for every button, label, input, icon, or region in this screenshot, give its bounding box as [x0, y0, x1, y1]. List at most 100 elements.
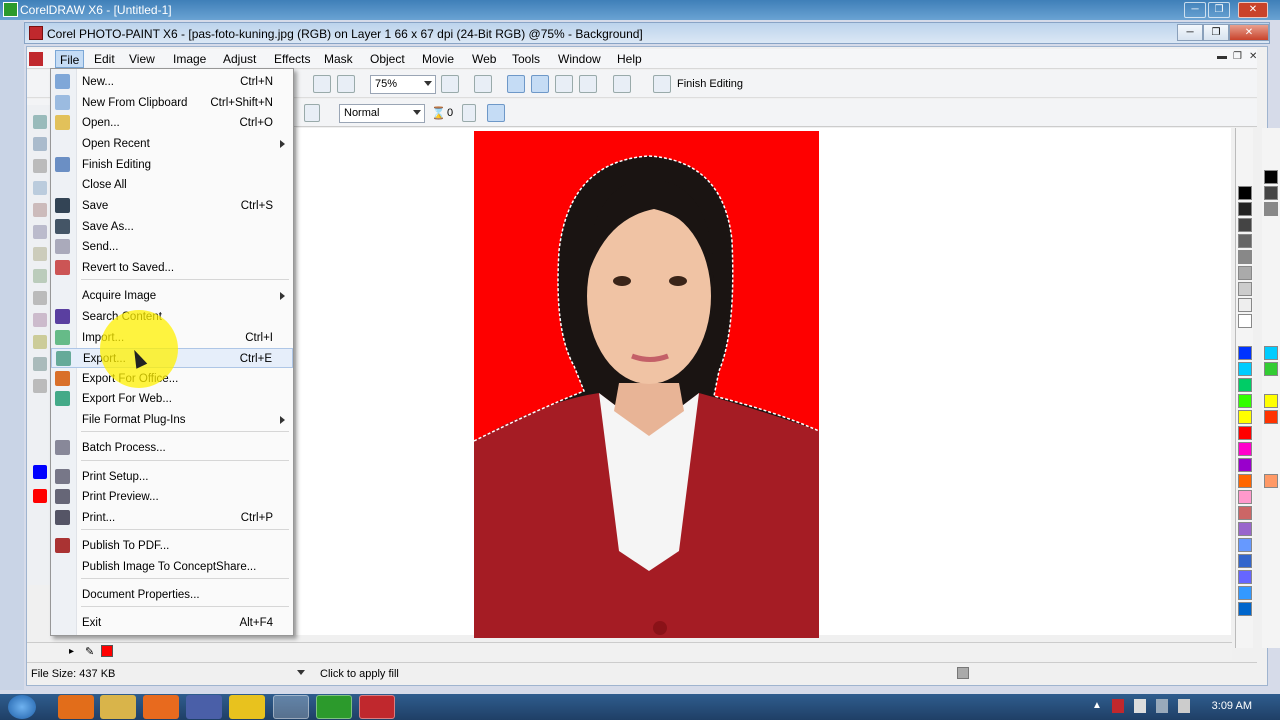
swatch-cyan[interactable] — [1238, 362, 1252, 376]
lock-transparency-icon[interactable] — [555, 75, 573, 93]
swatch-medium-blue[interactable] — [1238, 554, 1252, 568]
pick-tool-icon[interactable] — [33, 115, 47, 129]
swatch-peach-2[interactable] — [1264, 474, 1278, 488]
swatch-yellow[interactable] — [1238, 410, 1252, 424]
zoom-tool-icon[interactable] — [33, 181, 47, 195]
swatch-gray-2[interactable] — [1264, 186, 1278, 200]
tray-flag-icon[interactable] — [1134, 699, 1146, 713]
menu-item-print-preview[interactable]: Print Preview... — [51, 487, 293, 507]
swatch-gray-60[interactable] — [1238, 234, 1252, 248]
document-icon[interactable] — [29, 52, 43, 66]
menu-item-save[interactable]: Save Ctrl+S — [51, 196, 293, 216]
menu-effects[interactable]: Effects — [274, 52, 310, 66]
doc-restore-button[interactable]: ❐ — [1233, 51, 1242, 62]
swatch-magenta[interactable] — [1238, 442, 1252, 456]
outer-close-button[interactable]: ✕ — [1238, 2, 1268, 18]
menu-web[interactable]: Web — [472, 52, 496, 66]
swatch-gray-20[interactable] — [1238, 282, 1252, 296]
taskbar-chrome-icon[interactable] — [229, 695, 265, 719]
swatch-lavender[interactable] — [1238, 522, 1252, 536]
taskbar-photopaint-icon[interactable] — [359, 695, 395, 719]
eyedropper-icon[interactable]: ✎ — [85, 645, 94, 658]
text-tool-icon[interactable] — [33, 291, 47, 305]
menu-item-close-all[interactable]: Close All — [51, 175, 293, 195]
swatch-gray-50[interactable] — [1238, 250, 1252, 264]
close-button[interactable]: ✕ — [1229, 24, 1269, 41]
swatch-navy[interactable] — [1238, 602, 1252, 616]
menu-tools[interactable]: Tools — [512, 52, 540, 66]
tray-volume-icon[interactable] — [1178, 699, 1190, 713]
zoom-fit-icon[interactable] — [441, 75, 459, 93]
swatch-red-2[interactable] — [1264, 410, 1278, 424]
swatch-green[interactable] — [1238, 378, 1252, 392]
swatch-green-2[interactable] — [1264, 362, 1278, 376]
shape-tool-icon[interactable] — [33, 379, 47, 393]
start-button[interactable] — [8, 695, 36, 719]
outer-restore-button[interactable]: ❐ — [1208, 2, 1230, 18]
redeye-tool-icon[interactable] — [33, 247, 47, 261]
taskbar-firefox-icon[interactable] — [58, 695, 94, 719]
tolerance-spinner[interactable] — [304, 104, 320, 122]
menu-object[interactable]: Object — [370, 52, 405, 66]
taskbar-app-icon[interactable] — [186, 695, 222, 719]
menu-item-file-format-plug-ins[interactable]: File Format Plug-Ins — [51, 410, 293, 430]
zoom-level-select[interactable]: 75% — [370, 75, 436, 94]
menu-window[interactable]: Window — [558, 52, 601, 66]
menu-mask[interactable]: Mask — [324, 52, 353, 66]
merge-mode-select[interactable]: Normal — [339, 104, 425, 123]
swatch-cyan-2[interactable] — [1264, 346, 1278, 360]
transparency-value[interactable]: 0 — [447, 107, 453, 119]
menu-item-document-properties[interactable]: Document Properties... — [51, 585, 293, 605]
taskbar-browser-icon[interactable] — [143, 695, 179, 719]
doc-minimize-button[interactable]: ▬ — [1217, 51, 1227, 62]
menu-item-revert-to-saved[interactable]: Revert to Saved... — [51, 258, 293, 278]
transparency-spinner[interactable] — [462, 104, 476, 122]
swatch-rose[interactable] — [1238, 506, 1252, 520]
object-picker-icon[interactable] — [579, 75, 597, 93]
mask-overlay-icon[interactable] — [507, 75, 525, 93]
swatch-gray-3[interactable] — [1264, 202, 1278, 216]
menu-edit[interactable]: Edit — [94, 52, 115, 66]
menu-item-publish-to-pdf[interactable]: Publish To PDF... — [51, 536, 293, 556]
menu-item-export-for-web[interactable]: Export For Web... — [51, 389, 293, 409]
taskbar-explorer-icon[interactable] — [100, 695, 136, 719]
horizontal-scrollbar[interactable]: ▸ ✎ — [27, 642, 1232, 660]
menu-item-print[interactable]: Print... Ctrl+P — [51, 508, 293, 528]
doc-close-button[interactable]: ✕ — [1249, 51, 1257, 62]
menu-item-open-recent[interactable]: Open Recent — [51, 134, 293, 154]
restore-button[interactable]: ❐ — [1203, 24, 1229, 41]
menu-item-export-for-office[interactable]: Export For Office... — [51, 369, 293, 389]
play-icon[interactable]: ▸ — [69, 646, 74, 657]
taskbar-coreldraw-icon[interactable] — [316, 695, 352, 719]
swatch-gray-10[interactable] — [1238, 298, 1252, 312]
anti-aliasing-icon[interactable] — [487, 104, 505, 122]
tray-app-icon[interactable] — [1112, 699, 1124, 713]
application-launcher-icon[interactable] — [613, 75, 631, 93]
finish-editing-icon[interactable] — [653, 75, 671, 93]
swatch-yellow-2[interactable] — [1264, 394, 1278, 408]
swatch-light-blue[interactable] — [1238, 538, 1252, 552]
swatch-purple[interactable] — [1238, 458, 1252, 472]
swatch-black-2[interactable] — [1264, 170, 1278, 184]
swatch-lime[interactable] — [1238, 394, 1252, 408]
menu-item-print-setup[interactable]: Print Setup... — [51, 467, 293, 487]
swatch-periwinkle[interactable] — [1238, 570, 1252, 584]
mask-marquee-icon[interactable] — [531, 75, 549, 93]
pin-icon[interactable] — [474, 75, 492, 93]
eyedropper-tool-icon[interactable] — [33, 203, 47, 217]
minimize-button[interactable]: ─ — [1177, 24, 1203, 41]
clock[interactable]: 3:09 AM — [1212, 700, 1252, 712]
menu-view[interactable]: View — [129, 52, 155, 66]
photo-image[interactable] — [474, 131, 819, 638]
outer-minimize-button[interactable]: ─ — [1184, 2, 1206, 18]
foreground-color-swatch[interactable] — [33, 465, 47, 479]
swatch-gray-70[interactable] — [1238, 218, 1252, 232]
menu-item-search-content[interactable]: Search Content — [51, 307, 293, 327]
finish-editing-button[interactable]: Finish Editing — [677, 78, 743, 90]
menu-item-publish-to-conceptshare[interactable]: Publish Image To ConceptShare... — [51, 557, 293, 577]
background-color-swatch[interactable] — [33, 489, 47, 503]
undo-icon[interactable] — [313, 75, 331, 93]
mask-tool-icon[interactable] — [33, 137, 47, 151]
menu-item-new-from-clipboard[interactable]: New From Clipboard Ctrl+Shift+N — [51, 93, 293, 113]
swatch-white[interactable] — [1238, 314, 1252, 328]
